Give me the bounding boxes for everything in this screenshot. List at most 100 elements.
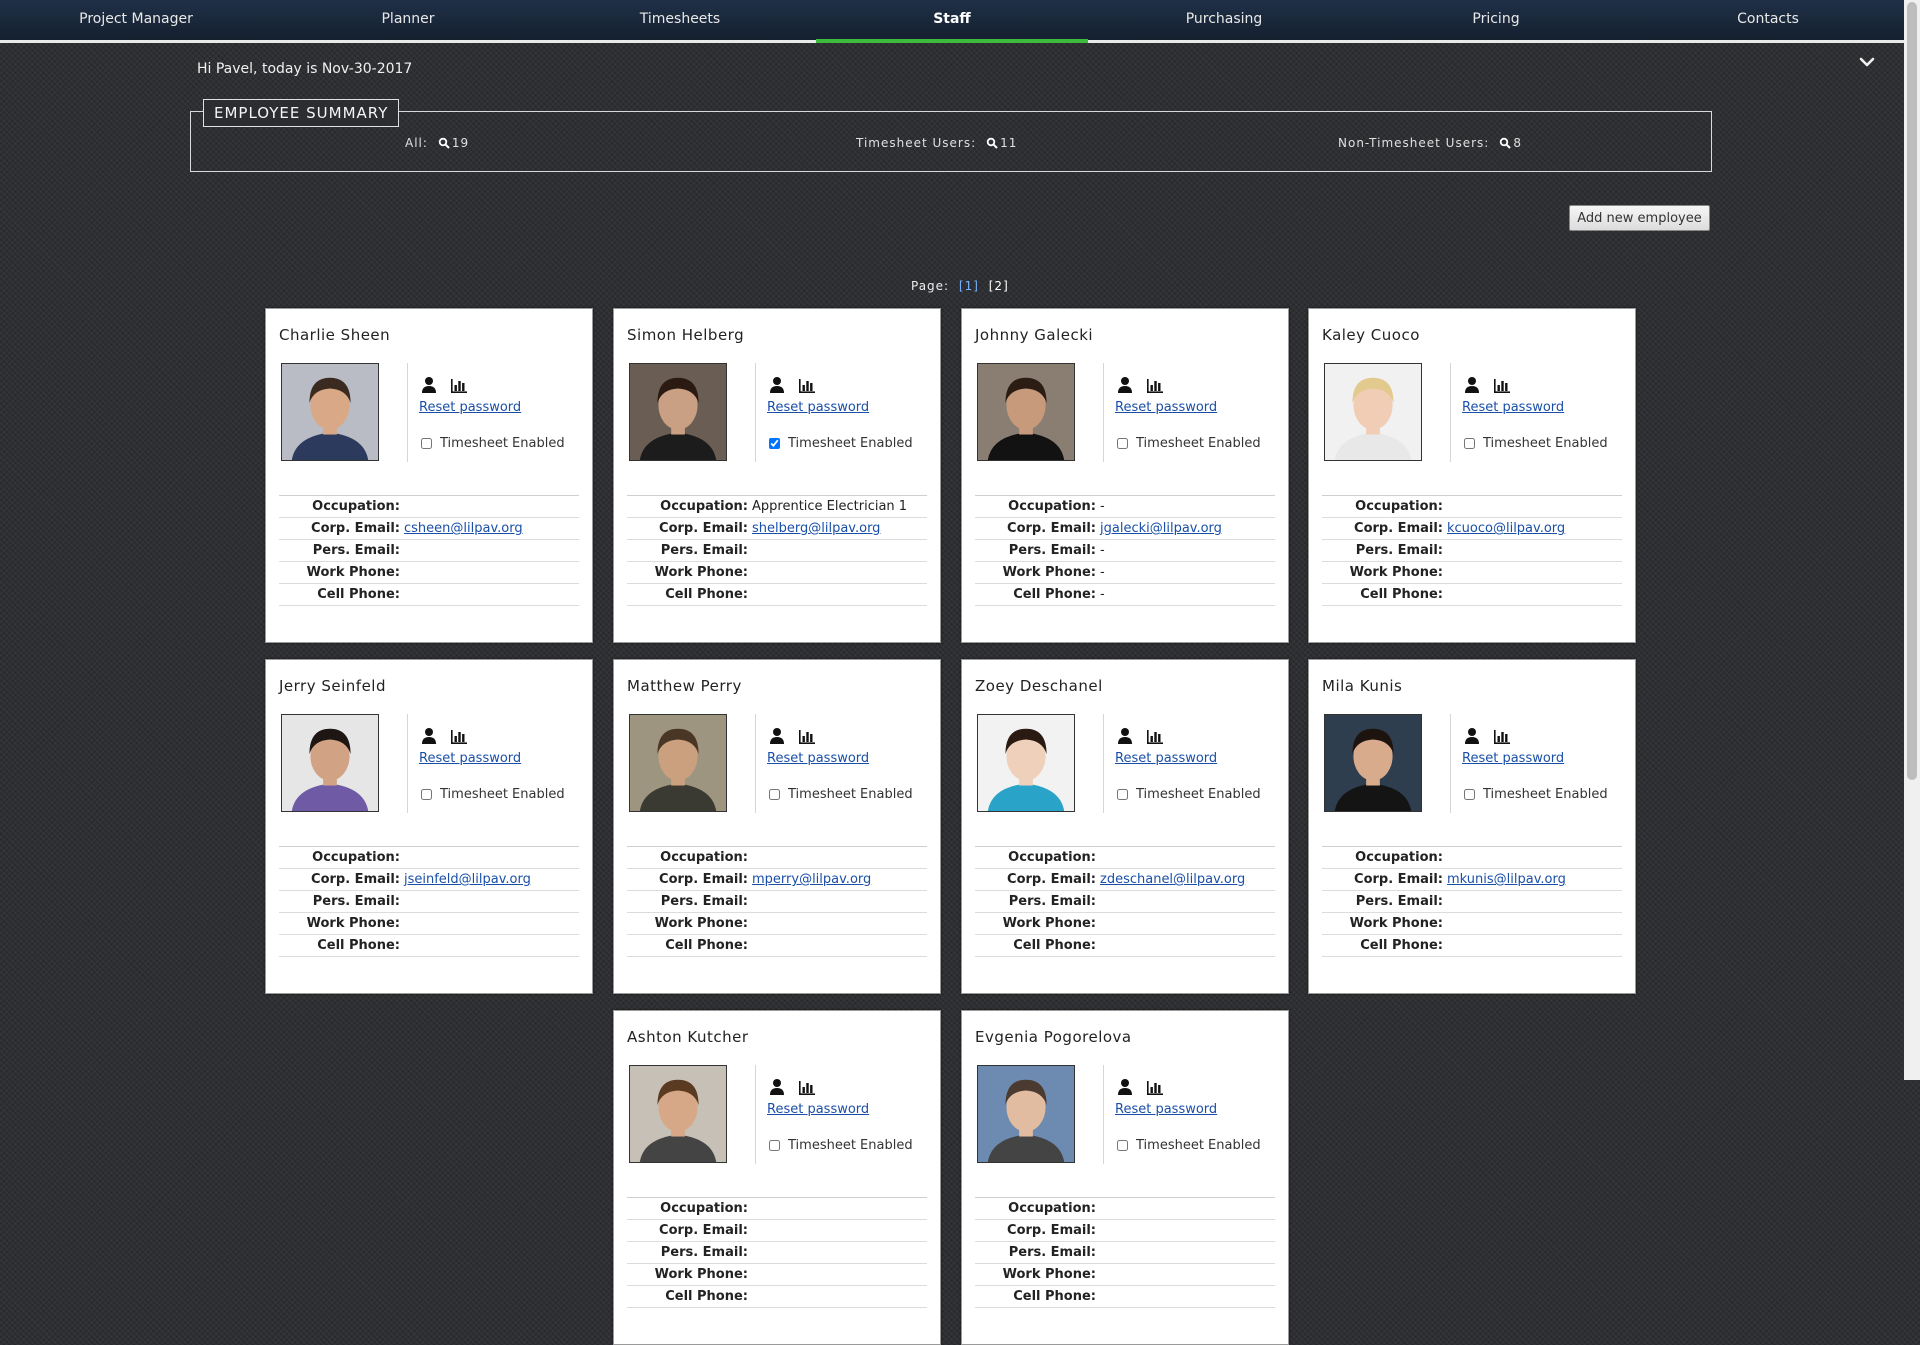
user-profile-icon[interactable] xyxy=(1116,1078,1134,1096)
timesheet-enabled-label: Timesheet Enabled xyxy=(440,436,565,451)
user-profile-icon[interactable] xyxy=(420,727,438,745)
nav-item-purchasing[interactable]: Purchasing xyxy=(1088,0,1360,40)
timesheet-enabled-checkbox[interactable] xyxy=(1464,438,1475,449)
info-label: Work Phone: xyxy=(306,916,400,931)
card-divider xyxy=(1103,363,1104,462)
info-label: Pers. Email: xyxy=(1008,543,1096,558)
corp-email-link[interactable]: mperry@lilpav.org xyxy=(752,869,871,890)
page-1-link[interactable]: [1] xyxy=(959,279,979,293)
corp-email-link[interactable]: jgalecki@lilpav.org xyxy=(1100,518,1222,539)
timesheet-enabled-label: Timesheet Enabled xyxy=(1483,436,1608,451)
timesheet-enabled: Timesheet Enabled xyxy=(767,1138,913,1153)
employee-name: Jerry Seinfeld xyxy=(279,677,386,695)
timesheet-enabled-checkbox[interactable] xyxy=(1464,789,1475,800)
scrollbar-thumb[interactable] xyxy=(1907,2,1917,780)
corp-email-link[interactable]: zdeschanel@lilpav.org xyxy=(1100,869,1245,890)
reset-password-link[interactable]: Reset password xyxy=(419,751,521,766)
add-employee-button[interactable]: Add new employee xyxy=(1569,205,1710,231)
corp-email-link[interactable]: kcuoco@lilpav.org xyxy=(1447,518,1565,539)
reset-password-link[interactable]: Reset password xyxy=(419,400,521,415)
user-profile-icon[interactable] xyxy=(768,376,786,394)
info-label: Occupation: xyxy=(312,850,400,865)
employee-card: Kaley Cuoco Reset password Timesheet Enabl… xyxy=(1308,308,1636,643)
info-label: Corp. Email: xyxy=(311,872,400,887)
corp-email-link[interactable]: shelberg@lilpav.org xyxy=(752,518,880,539)
info-label: Corp. Email: xyxy=(659,872,748,887)
info-label: Cell Phone: xyxy=(317,938,400,953)
user-profile-icon[interactable] xyxy=(768,727,786,745)
user-profile-icon[interactable] xyxy=(1116,376,1134,394)
reset-password-link[interactable]: Reset password xyxy=(1115,400,1217,415)
reset-password-link[interactable]: Reset password xyxy=(767,400,869,415)
timesheet-enabled-checkbox[interactable] xyxy=(769,438,780,449)
info-row-work-phone: Work Phone: - xyxy=(975,562,1275,584)
bar-chart-icon[interactable] xyxy=(1146,727,1164,745)
employee-card: Zoey Deschanel Reset password Timesheet En… xyxy=(961,659,1289,994)
bar-chart-icon[interactable] xyxy=(450,376,468,394)
bar-chart-icon[interactable] xyxy=(798,376,816,394)
summary-timesheet-link[interactable]: 11 xyxy=(986,136,1017,150)
bar-chart-icon[interactable] xyxy=(1146,1078,1164,1096)
reset-password-link[interactable]: Reset password xyxy=(767,1102,869,1117)
info-row-corp-email: Corp. Email: zdeschanel@lilpav.org xyxy=(975,869,1275,891)
user-profile-icon[interactable] xyxy=(1463,376,1481,394)
nav-item-planner[interactable]: Planner xyxy=(272,0,544,40)
info-row-corp-email: Corp. Email: jgalecki@lilpav.org xyxy=(975,518,1275,540)
summary-all-link[interactable]: 19 xyxy=(438,136,469,150)
nav-item-timesheets[interactable]: Timesheets xyxy=(544,0,816,40)
info-label: Pers. Email: xyxy=(660,543,748,558)
info-row-work-phone: Work Phone: xyxy=(1322,913,1622,935)
employee-name: Evgenia Pogorelova xyxy=(975,1028,1132,1046)
bar-chart-icon[interactable] xyxy=(1146,376,1164,394)
info-row-corp-email: Corp. Email: xyxy=(975,1220,1275,1242)
info-label: Pers. Email: xyxy=(1355,894,1443,909)
bar-chart-icon[interactable] xyxy=(1493,376,1511,394)
info-row-pers-email: Pers. Email: xyxy=(627,1242,927,1264)
timesheet-enabled-checkbox[interactable] xyxy=(421,789,432,800)
nav-item-pricing[interactable]: Pricing xyxy=(1360,0,1632,40)
timesheet-enabled-checkbox[interactable] xyxy=(1117,789,1128,800)
page-2-link[interactable]: [2] xyxy=(989,279,1009,293)
bar-chart-icon[interactable] xyxy=(1493,727,1511,745)
corp-email-link[interactable]: mkunis@lilpav.org xyxy=(1447,869,1566,890)
reset-password-link[interactable]: Reset password xyxy=(767,751,869,766)
employee-card: Matthew Perry Reset password Timesheet Ena… xyxy=(613,659,941,994)
card-divider xyxy=(755,714,756,813)
corp-email-link[interactable]: jseinfeld@lilpav.org xyxy=(404,869,531,890)
timesheet-enabled: Timesheet Enabled xyxy=(419,787,565,802)
user-profile-icon[interactable] xyxy=(1116,727,1134,745)
timesheet-enabled-checkbox[interactable] xyxy=(769,789,780,800)
timesheet-enabled-checkbox[interactable] xyxy=(1117,438,1128,449)
timesheet-enabled-checkbox[interactable] xyxy=(421,438,432,449)
timesheet-enabled-checkbox[interactable] xyxy=(769,1140,780,1151)
card-actions xyxy=(1116,376,1164,394)
nav-item-staff[interactable]: Staff xyxy=(816,0,1088,43)
corp-email-link[interactable]: csheen@lilpav.org xyxy=(404,518,523,539)
reset-password-link[interactable]: Reset password xyxy=(1115,1102,1217,1117)
timesheet-enabled-checkbox[interactable] xyxy=(1117,1140,1128,1151)
vertical-scrollbar[interactable] xyxy=(1904,0,1920,1080)
bar-chart-icon[interactable] xyxy=(798,1078,816,1096)
reset-password-link[interactable]: Reset password xyxy=(1115,751,1217,766)
user-profile-icon[interactable] xyxy=(420,376,438,394)
user-profile-icon[interactable] xyxy=(768,1078,786,1096)
bar-chart-icon[interactable] xyxy=(798,727,816,745)
info-label: Cell Phone: xyxy=(665,1289,748,1304)
info-label: Pers. Email: xyxy=(1008,894,1096,909)
timesheet-enabled-label: Timesheet Enabled xyxy=(1136,436,1261,451)
timesheet-enabled: Timesheet Enabled xyxy=(767,787,913,802)
top-nav: Project Manager Planner Timesheets Staff Pur… xyxy=(0,0,1904,43)
reset-password-link[interactable]: Reset password xyxy=(1462,400,1564,415)
nav-item-project-manager[interactable]: Project Manager xyxy=(0,0,272,40)
reset-password-link[interactable]: Reset password xyxy=(1462,751,1564,766)
info-row-corp-email: Corp. Email: jseinfeld@lilpav.org xyxy=(279,869,579,891)
nav-item-contacts[interactable]: Contacts xyxy=(1632,0,1904,40)
user-profile-icon[interactable] xyxy=(1463,727,1481,745)
chevron-down-icon[interactable] xyxy=(1857,52,1877,72)
timesheet-enabled: Timesheet Enabled xyxy=(419,436,565,451)
info-label: Occupation: xyxy=(1355,850,1443,865)
bar-chart-icon[interactable] xyxy=(450,727,468,745)
card-divider xyxy=(1450,363,1451,462)
info-row-work-phone: Work Phone: xyxy=(279,562,579,584)
summary-non-timesheet-link[interactable]: 8 xyxy=(1499,136,1522,150)
